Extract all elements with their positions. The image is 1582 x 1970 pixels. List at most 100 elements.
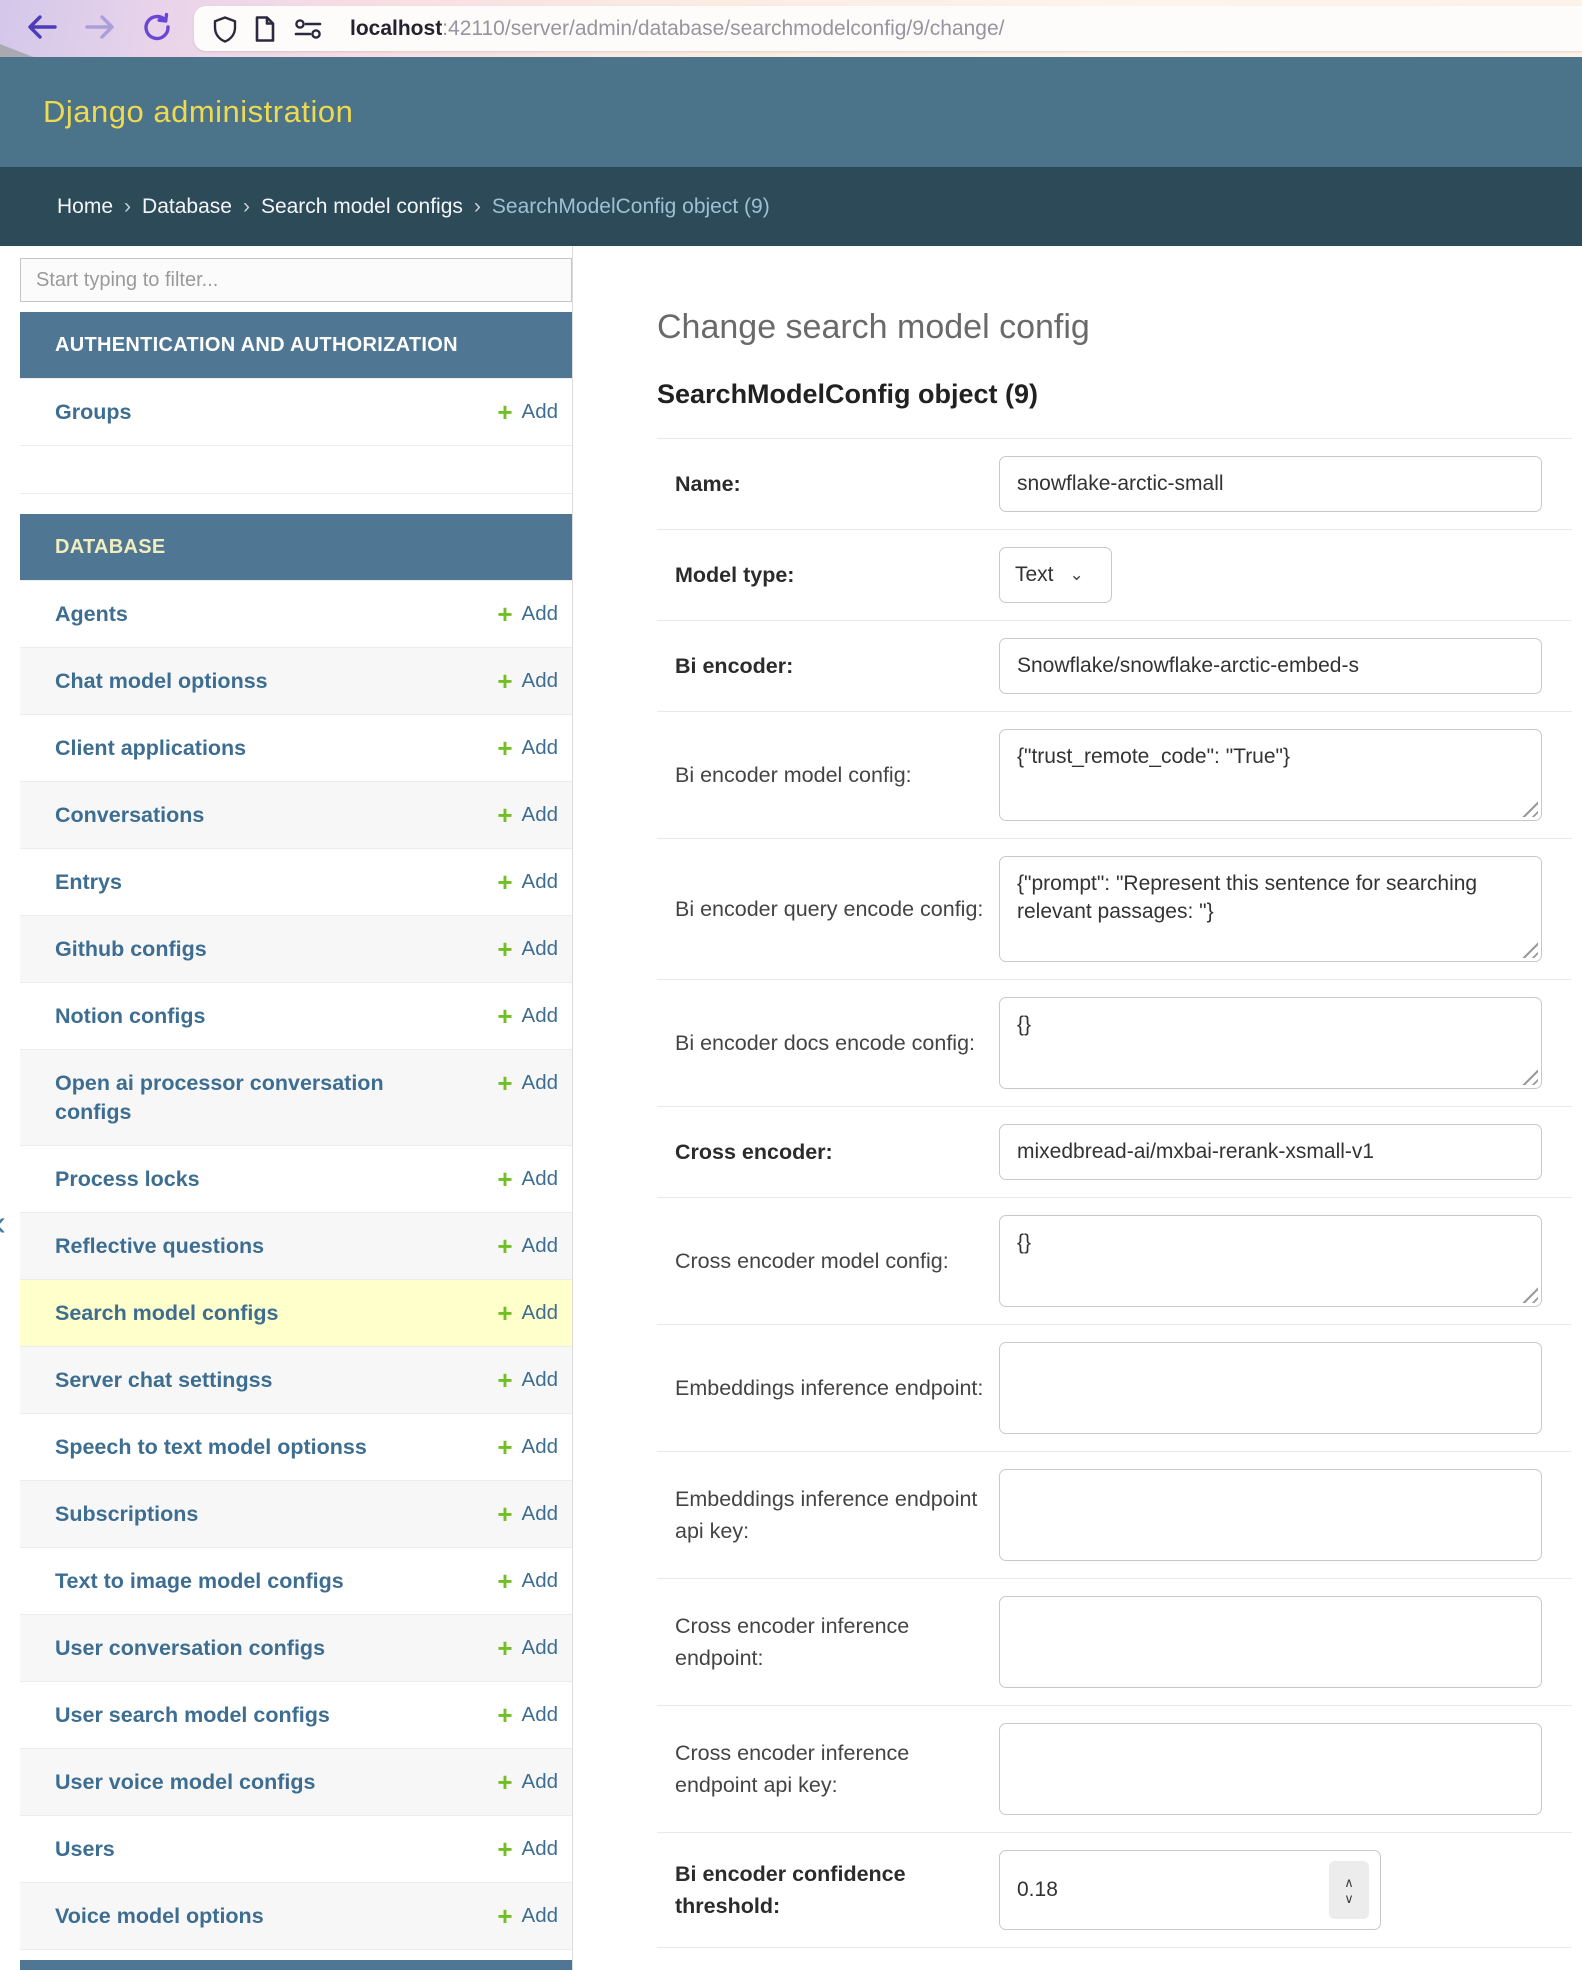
page-info-icon[interactable] [254, 15, 276, 43]
url-bar[interactable]: localhost:42110/server/admin/database/se… [194, 6, 1582, 51]
sidebar-item-link[interactable]: Reflective questions [55, 1232, 264, 1261]
sidebar-add-link[interactable]: + Add [497, 935, 558, 963]
shield-icon[interactable] [212, 15, 238, 43]
model-type-select[interactable]: Text ⌄ [999, 547, 1112, 603]
resize-grip-icon[interactable] [1521, 1068, 1538, 1085]
sidebar-add-link[interactable]: + Add [497, 1500, 558, 1528]
sidebar-item-link[interactable]: User voice model configs [55, 1768, 315, 1797]
sidebar-filter-input[interactable] [20, 258, 572, 302]
field: Snowflake/snowflake-arctic-embed-s Snowf… [999, 638, 1542, 694]
sidebar-item-link[interactable]: Voice model options [55, 1902, 264, 1931]
text-input[interactable]: mixedbread-ai/mxbai-rerank-xsmall-v1 [999, 1124, 1542, 1180]
text-input[interactable]: snowflake-arctic-small [999, 456, 1542, 512]
sidebar-add-link[interactable]: + Add [497, 801, 558, 829]
plus-icon: + [497, 1638, 512, 1658]
stepper-down-icon[interactable]: ∨ [1344, 1892, 1354, 1905]
window-corner [0, 43, 36, 57]
sidebar-item: User voice model configs + Add [20, 1748, 572, 1815]
textarea-value: {} [1017, 1229, 1031, 1293]
sidebar-item-link[interactable]: Search model configs [55, 1299, 278, 1328]
sidebar-item-link[interactable]: User search model configs [55, 1701, 330, 1730]
sidebar-item-link[interactable]: Chat model optionss [55, 667, 268, 696]
sidebar-add-link[interactable]: + Add [497, 1567, 558, 1595]
nav-sidebar: AUTHENTICATION AND AUTHORIZATION Groups … [0, 246, 573, 1970]
browser-toolbar: localhost:42110/server/admin/database/se… [0, 0, 1582, 57]
form-row: Bi encoder query encode config: {"prompt… [657, 839, 1572, 980]
endpoint-input[interactable] [999, 1342, 1542, 1434]
sidebar-add-link[interactable]: + Add [497, 398, 558, 426]
sidebar-add-link[interactable]: + Add [497, 667, 558, 695]
add-label: Add [522, 1232, 558, 1260]
sidebar-add-link[interactable]: + Add [497, 1634, 558, 1662]
sidebar-item-link[interactable]: Agents [55, 600, 128, 629]
number-stepper[interactable]: ∧ ∨ [1329, 1861, 1369, 1919]
sidebar-item: Entrys + Add [20, 848, 572, 915]
plus-icon: + [497, 402, 512, 422]
sidebar-item-link[interactable]: Process locks [55, 1165, 200, 1194]
number-value: 0.18 [1017, 1878, 1058, 1902]
sidebar-item-link[interactable]: Text to image model configs [55, 1567, 344, 1596]
sidebar-add-link[interactable]: + Add [497, 868, 558, 896]
sidebar-item-link[interactable]: Subscriptions [55, 1500, 198, 1529]
breadcrumb-home[interactable]: Home [57, 195, 113, 219]
sidebar-item-link[interactable]: Client applications [55, 734, 246, 763]
sidebar-item-link[interactable]: Speech to text model optionss [55, 1433, 367, 1462]
auth-section-caption: AUTHENTICATION AND AUTHORIZATION [20, 312, 572, 378]
config-textarea[interactable]: {} [999, 1215, 1542, 1307]
sidebar-add-link[interactable]: + Add [497, 1902, 558, 1930]
sidebar-item-link[interactable]: Conversations [55, 801, 204, 830]
plus-icon: + [497, 1437, 512, 1457]
plus-icon: + [497, 1370, 512, 1390]
browser-back-button[interactable] [26, 14, 58, 43]
add-label: Add [522, 868, 558, 896]
config-textarea[interactable]: {"trust_remote_code": "True"} [999, 729, 1542, 821]
field: mixedbread-ai/mxbai-rerank-xsmall-v1 mix… [999, 1124, 1542, 1180]
text-input[interactable]: Snowflake/snowflake-arctic-embed-s [999, 638, 1542, 694]
config-textarea[interactable]: {} [999, 997, 1542, 1089]
browser-reload-button[interactable] [142, 12, 172, 45]
sidebar-item-link[interactable]: Github configs [55, 935, 207, 964]
sidebar-item: Groups + Add [20, 378, 572, 445]
sidebar-add-link[interactable]: + Add [497, 1701, 558, 1729]
endpoint-input[interactable] [999, 1596, 1542, 1688]
stepper-up-icon[interactable]: ∧ [1344, 1876, 1354, 1889]
sidebar-item-link[interactable]: Server chat settingss [55, 1366, 273, 1395]
field-label: Bi encoder query encode config: [657, 893, 987, 925]
sidebar-item-link[interactable]: Open ai processor conversation configs [55, 1069, 415, 1127]
sidebar-add-link[interactable]: + Add [497, 734, 558, 762]
sidebar-add-link[interactable]: + Add [497, 1433, 558, 1461]
field-label: Cross encoder: [657, 1136, 987, 1168]
endpoint-input[interactable] [999, 1469, 1542, 1561]
plus-icon: + [497, 1906, 512, 1926]
sidebar-add-link[interactable]: + Add [497, 1069, 558, 1097]
field-label: Model type: [657, 559, 987, 591]
browser-forward-button[interactable] [84, 14, 116, 43]
add-label: Add [522, 801, 558, 829]
endpoint-input[interactable] [999, 1723, 1542, 1815]
sidebar-add-link[interactable]: + Add [497, 1299, 558, 1327]
sidebar-add-link[interactable]: + Add [497, 1768, 558, 1796]
sidebar-add-link[interactable]: + Add [497, 1366, 558, 1394]
add-label: Add [522, 734, 558, 762]
sidebar-collapse-toggle[interactable]: ‹ [0, 1202, 6, 1244]
sidebar-add-link[interactable]: + Add [497, 1835, 558, 1863]
sidebar-add-link[interactable]: + Add [497, 600, 558, 628]
config-textarea[interactable]: {"prompt": "Represent this sentence for … [999, 856, 1542, 962]
breadcrumb-database[interactable]: Database [142, 195, 232, 219]
sidebar-add-link[interactable]: + Add [497, 1165, 558, 1193]
sidebar-item-link[interactable]: Notion configs [55, 1002, 205, 1031]
sidebar-add-link[interactable]: + Add [497, 1002, 558, 1030]
add-label: Add [522, 398, 558, 426]
sidebar-item-link[interactable]: Users [55, 1835, 115, 1864]
breadcrumb-search-model-configs[interactable]: Search model configs [261, 195, 463, 219]
sidebar-item-link[interactable]: Entrys [55, 868, 122, 897]
sidebar-item-link[interactable]: User conversation configs [55, 1634, 325, 1663]
plus-icon: + [497, 1006, 512, 1026]
field: ⌄ ∧ ∨ [999, 1723, 1542, 1815]
number-input[interactable]: 0.18 ∧ ∨ [999, 1850, 1381, 1930]
resize-grip-icon[interactable] [1521, 1286, 1538, 1303]
sidebar-add-link[interactable]: + Add [497, 1232, 558, 1260]
resize-grip-icon[interactable] [1521, 800, 1538, 817]
sidebar-item-link[interactable]: Groups [55, 398, 131, 427]
tracking-settings-icon[interactable] [292, 17, 324, 41]
